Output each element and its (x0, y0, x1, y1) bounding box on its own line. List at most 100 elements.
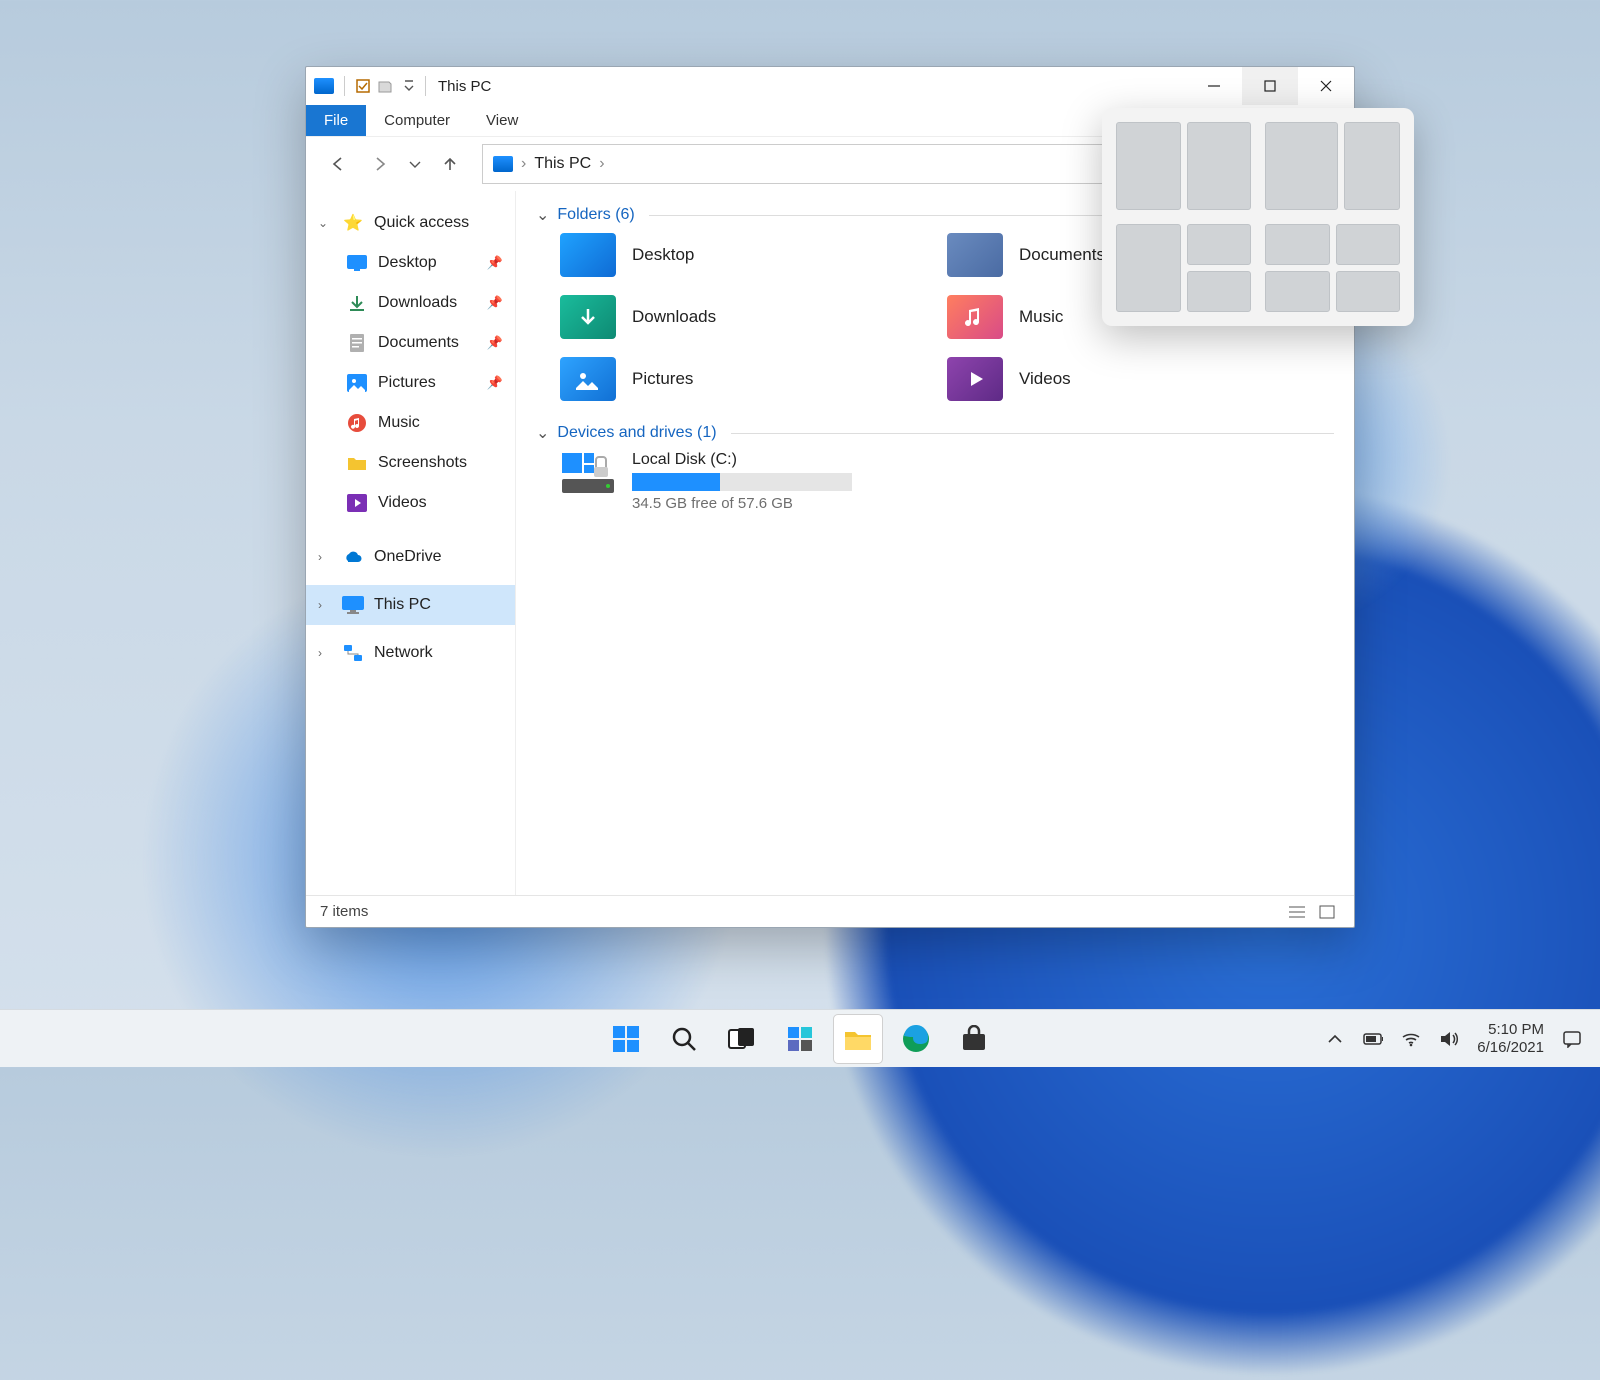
chevron-down-icon: ⌄ (536, 205, 549, 225)
drive-label: Local Disk (C:) (632, 451, 852, 469)
documents-folder-icon (947, 233, 1003, 277)
onedrive-icon (342, 546, 364, 568)
history-dropdown[interactable] (404, 146, 426, 182)
group-header-label: Devices and drives (1) (557, 424, 716, 442)
chevron-right-icon: › (521, 155, 526, 173)
drive-local-disk-c[interactable]: Local Disk (C:) 34.5 GB free of 57.6 GB (560, 451, 1334, 512)
folder-videos[interactable]: Videos (947, 357, 1334, 401)
sidebar-item-label: OneDrive (374, 548, 442, 566)
star-icon: ⭐ (342, 212, 364, 234)
taskbar-widgets[interactable] (776, 1015, 824, 1063)
network-icon (342, 642, 364, 664)
sidebar-item-downloads[interactable]: Downloads 📌 (306, 283, 515, 323)
taskbar-task-view[interactable] (718, 1015, 766, 1063)
minimize-button[interactable] (1186, 67, 1242, 105)
snap-zone[interactable] (1187, 271, 1252, 312)
taskbar-edge[interactable] (892, 1015, 940, 1063)
sidebar-item-desktop[interactable]: Desktop 📌 (306, 243, 515, 283)
sidebar-item-screenshots[interactable]: Screenshots (306, 443, 515, 483)
snap-zone[interactable] (1265, 224, 1330, 265)
downloads-folder-icon (560, 295, 616, 339)
taskbar-file-explorer[interactable] (834, 1015, 882, 1063)
snap-zone[interactable] (1187, 122, 1252, 210)
group-header-label: Folders (6) (557, 206, 634, 224)
snap-layout-two-uneven[interactable] (1265, 122, 1400, 210)
volume-icon[interactable] (1439, 1029, 1459, 1049)
pin-icon: 📌 (487, 375, 503, 391)
sidebar-item-pictures[interactable]: Pictures 📌 (306, 363, 515, 403)
sidebar-onedrive[interactable]: › OneDrive (306, 537, 515, 577)
snap-zone[interactable] (1336, 271, 1401, 312)
titlebar-separator (344, 76, 345, 96)
back-button[interactable] (320, 146, 356, 182)
breadcrumb-this-pc[interactable]: This PC (534, 155, 591, 173)
folder-pictures[interactable]: Pictures (560, 357, 947, 401)
snap-zone[interactable] (1344, 122, 1400, 210)
snap-zone[interactable] (1116, 224, 1181, 312)
pictures-icon (346, 372, 368, 394)
window-title: This PC (438, 78, 491, 95)
up-button[interactable] (432, 146, 468, 182)
taskbar-date: 6/16/2021 (1477, 1039, 1544, 1057)
folder-icon (346, 452, 368, 474)
sidebar-item-label: Music (378, 414, 420, 432)
pictures-folder-icon (560, 357, 616, 401)
sidebar-item-documents[interactable]: Documents 📌 (306, 323, 515, 363)
music-icon (346, 412, 368, 434)
view-large-icons-button[interactable] (1314, 901, 1340, 923)
maximize-button[interactable] (1242, 67, 1298, 105)
folder-desktop[interactable]: Desktop (560, 233, 947, 277)
desktop-icon (346, 252, 368, 274)
pin-icon: 📌 (487, 335, 503, 351)
snap-layout-two-even[interactable] (1116, 122, 1251, 210)
folder-downloads[interactable]: Downloads (560, 295, 947, 339)
tab-file[interactable]: File (306, 105, 366, 136)
chevron-right-icon: › (318, 646, 332, 660)
taskbar-search[interactable] (660, 1015, 708, 1063)
chevron-right-icon: › (318, 598, 332, 612)
qat-item[interactable] (378, 77, 396, 95)
view-details-button[interactable] (1284, 901, 1310, 923)
close-button[interactable] (1298, 67, 1354, 105)
pin-icon: 📌 (487, 255, 503, 271)
snap-zone[interactable] (1265, 122, 1338, 210)
sidebar-item-label: This PC (374, 596, 431, 614)
chevron-down-icon: ⌄ (536, 423, 549, 443)
snap-zone[interactable] (1265, 271, 1330, 312)
folder-label: Downloads (632, 307, 716, 327)
snap-zone[interactable] (1116, 122, 1181, 210)
notifications-button[interactable] (1562, 1029, 1582, 1049)
wifi-icon[interactable] (1401, 1029, 1421, 1049)
taskbar-clock[interactable]: 5:10 PM 6/16/2021 (1477, 1021, 1544, 1057)
qat-dropdown[interactable] (402, 77, 416, 95)
start-button[interactable] (602, 1015, 650, 1063)
tab-computer[interactable]: Computer (366, 105, 468, 136)
snap-zone[interactable] (1187, 224, 1252, 265)
folder-label: Videos (1019, 369, 1071, 389)
snap-zone[interactable] (1336, 224, 1401, 265)
qat-item[interactable] (354, 77, 372, 95)
tab-view[interactable]: View (468, 105, 536, 136)
chevron-right-icon: › (599, 155, 604, 173)
group-drives[interactable]: ⌄ Devices and drives (1) (536, 423, 1334, 443)
snap-layout-four[interactable] (1265, 224, 1400, 312)
sidebar-item-videos[interactable]: Videos (306, 483, 515, 523)
taskbar-time: 5:10 PM (1488, 1021, 1544, 1039)
taskbar-store[interactable] (950, 1015, 998, 1063)
chevron-right-icon: › (318, 550, 332, 564)
folder-label: Documents (1019, 245, 1105, 265)
sidebar-item-label: Documents (378, 334, 459, 352)
pin-icon: 📌 (487, 295, 503, 311)
sidebar-quick-access[interactable]: ⌄ ⭐ Quick access (306, 203, 515, 243)
battery-icon[interactable] (1363, 1029, 1383, 1049)
drive-free-text: 34.5 GB free of 57.6 GB (632, 495, 852, 512)
tray-overflow[interactable] (1325, 1029, 1345, 1049)
snap-layout-three[interactable] (1116, 224, 1251, 312)
sidebar-network[interactable]: › Network (306, 633, 515, 673)
system-tray: 5:10 PM 6/16/2021 (1325, 1021, 1600, 1057)
folder-label: Pictures (632, 369, 693, 389)
videos-folder-icon (947, 357, 1003, 401)
sidebar-item-music[interactable]: Music (306, 403, 515, 443)
sidebar-this-pc[interactable]: › This PC (306, 585, 515, 625)
forward-button[interactable] (362, 146, 398, 182)
